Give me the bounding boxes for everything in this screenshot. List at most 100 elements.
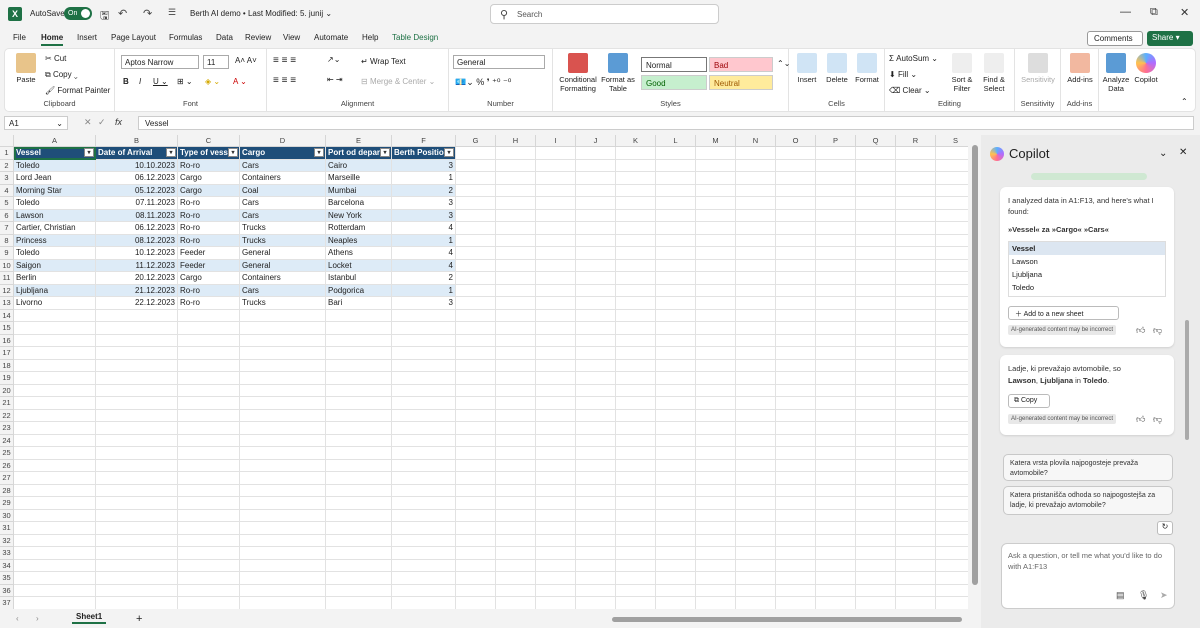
row-header[interactable]: 10 <box>0 259 14 272</box>
suggestion-prompt[interactable]: Katera pristanišča odhoda so najpogostej… <box>1003 486 1173 515</box>
empty-cell[interactable] <box>896 159 936 172</box>
row-header[interactable]: 6 <box>0 209 14 222</box>
empty-cell[interactable] <box>496 322 536 335</box>
table-cell[interactable]: Podgorica <box>326 284 392 297</box>
empty-cell[interactable] <box>936 397 968 410</box>
empty-cell[interactable] <box>656 384 696 397</box>
empty-cell[interactable] <box>856 259 896 272</box>
empty-cell[interactable] <box>696 197 736 210</box>
empty-cell[interactable] <box>656 147 696 160</box>
empty-cell[interactable] <box>456 234 496 247</box>
empty-cell[interactable] <box>736 147 776 160</box>
row-header[interactable]: 14 <box>0 309 14 322</box>
empty-cell[interactable] <box>936 485 968 497</box>
empty-cell[interactable] <box>392 459 456 472</box>
table-cell[interactable]: Marseille <box>326 172 392 185</box>
empty-cell[interactable] <box>936 522 968 535</box>
table-cell[interactable]: 1 <box>392 234 456 247</box>
empty-cell[interactable] <box>896 409 936 422</box>
table-cell[interactable]: 3 <box>392 197 456 210</box>
filter-dropdown-icon[interactable]: ▾ <box>166 148 176 157</box>
empty-cell[interactable] <box>856 247 896 260</box>
empty-cell[interactable] <box>536 297 576 310</box>
empty-cell[interactable] <box>14 397 96 410</box>
empty-cell[interactable] <box>696 522 736 535</box>
empty-cell[interactable] <box>178 434 240 447</box>
empty-cell[interactable] <box>456 597 496 609</box>
spreadsheet-grid[interactable]: A B C D E F G H I J K L M N O P Q R S 1 Vessel ▾ Date of Arriv… <box>0 135 968 609</box>
format-cells-button[interactable]: Format <box>853 53 881 84</box>
empty-cell[interactable] <box>456 522 496 535</box>
empty-cell[interactable] <box>616 259 656 272</box>
empty-cell[interactable] <box>936 435 968 447</box>
copy-button[interactable]: ⧉ Copy ⌄ <box>45 70 78 80</box>
row-header[interactable]: 24 <box>0 434 14 447</box>
empty-cell[interactable] <box>656 309 696 322</box>
table-cell[interactable]: New York <box>326 209 392 222</box>
empty-cell[interactable] <box>696 422 736 435</box>
table-cell[interactable]: Ro-ro <box>178 222 240 235</box>
empty-cell[interactable] <box>240 472 326 485</box>
empty-cell[interactable] <box>96 447 178 460</box>
empty-cell[interactable] <box>656 447 696 460</box>
empty-cell[interactable] <box>496 459 536 472</box>
empty-cell[interactable] <box>14 584 96 597</box>
empty-cell[interactable] <box>736 484 776 497</box>
empty-cell[interactable] <box>456 584 496 597</box>
empty-cell[interactable] <box>696 484 736 497</box>
tab-automate[interactable]: Automate <box>314 33 348 42</box>
table-cell[interactable]: 4 <box>392 222 456 235</box>
empty-cell[interactable] <box>536 209 576 222</box>
empty-cell[interactable] <box>536 259 576 272</box>
empty-cell[interactable] <box>776 347 816 360</box>
empty-cell[interactable] <box>936 272 968 285</box>
empty-cell[interactable] <box>240 309 326 322</box>
empty-cell[interactable] <box>576 284 616 297</box>
empty-cell[interactable] <box>240 547 326 560</box>
cancel-icon[interactable]: ✕ <box>84 117 92 128</box>
table-cell[interactable]: Barcelona <box>326 197 392 210</box>
empty-cell[interactable] <box>656 547 696 560</box>
empty-cell[interactable] <box>178 509 240 522</box>
empty-cell[interactable] <box>576 434 616 447</box>
empty-cell[interactable] <box>776 259 816 272</box>
row-header[interactable]: 15 <box>0 322 14 335</box>
empty-cell[interactable] <box>616 409 656 422</box>
empty-cell[interactable] <box>856 559 896 572</box>
empty-cell[interactable] <box>896 422 936 435</box>
empty-cell[interactable] <box>936 172 968 185</box>
empty-cell[interactable] <box>14 459 96 472</box>
column-header[interactable]: G <box>456 135 496 147</box>
empty-cell[interactable] <box>856 397 896 410</box>
table-cell[interactable]: 2 <box>392 184 456 197</box>
empty-cell[interactable] <box>496 334 536 347</box>
empty-cell[interactable] <box>776 472 816 485</box>
empty-cell[interactable] <box>896 272 936 285</box>
empty-cell[interactable] <box>816 209 856 222</box>
row-header[interactable]: 19 <box>0 372 14 385</box>
empty-cell[interactable] <box>576 509 616 522</box>
table-cell[interactable]: Cartier, Christian <box>14 222 96 235</box>
empty-cell[interactable] <box>736 472 776 485</box>
empty-cell[interactable] <box>96 522 178 535</box>
empty-cell[interactable] <box>576 322 616 335</box>
empty-cell[interactable] <box>776 497 816 510</box>
style-normal[interactable]: Normal <box>641 57 707 72</box>
empty-cell[interactable] <box>536 234 576 247</box>
empty-cell[interactable] <box>392 384 456 397</box>
empty-cell[interactable] <box>576 372 616 385</box>
filter-dropdown-icon[interactable]: ▾ <box>314 148 324 157</box>
empty-cell[interactable] <box>496 409 536 422</box>
empty-cell[interactable] <box>656 597 696 609</box>
empty-cell[interactable] <box>936 235 968 247</box>
delete-cells-button[interactable]: Delete <box>823 53 851 84</box>
empty-cell[interactable] <box>656 422 696 435</box>
table-cell[interactable]: 11.12.2023 <box>96 259 178 272</box>
empty-cell[interactable] <box>616 159 656 172</box>
empty-cell[interactable] <box>240 559 326 572</box>
empty-cell[interactable] <box>736 284 776 297</box>
empty-cell[interactable] <box>736 234 776 247</box>
empty-cell[interactable] <box>816 459 856 472</box>
empty-cell[interactable] <box>656 472 696 485</box>
empty-cell[interactable] <box>856 284 896 297</box>
